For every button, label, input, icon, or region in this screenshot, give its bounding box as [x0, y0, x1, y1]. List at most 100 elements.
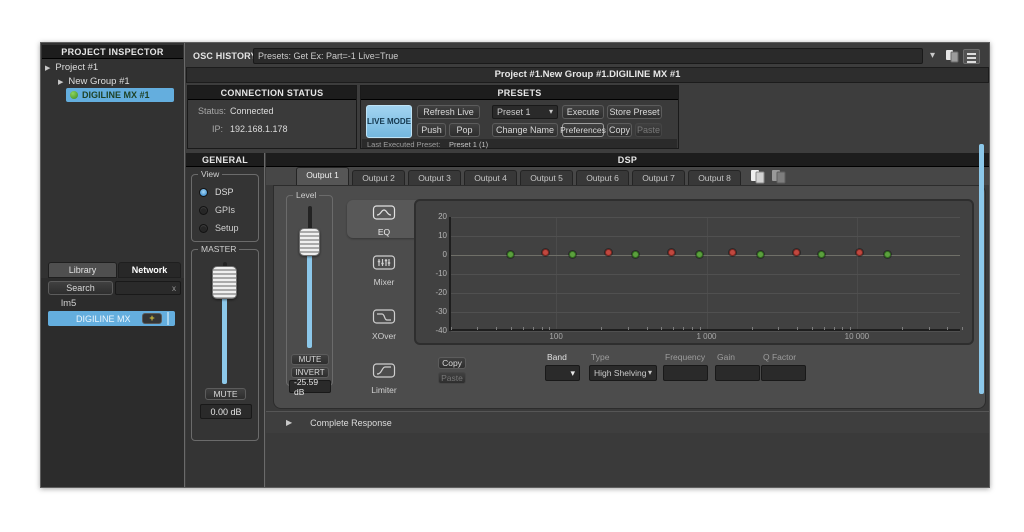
master-fader-handle[interactable]: [212, 266, 237, 299]
osc-message-text: Presets: Get Ex: Part=-1 Live=True: [258, 51, 398, 61]
module-tab-mixer[interactable]: Mixer: [354, 254, 414, 292]
tab-output-5[interactable]: Output 5: [520, 170, 573, 185]
eq-band-point-red[interactable]: [542, 249, 549, 256]
level-fader-handle[interactable]: [299, 228, 320, 256]
x-minor-tick: [962, 327, 963, 330]
module-tab-eq[interactable]: EQ: [347, 200, 421, 238]
eq-band-point-green[interactable]: [569, 251, 576, 258]
presets-panel: PRESETS LIVE MODE Refresh Live Push Pop …: [360, 85, 679, 149]
tab-output-4[interactable]: Output 4: [464, 170, 517, 185]
expander-icon[interactable]: ▶: [58, 78, 63, 86]
level-mute-button[interactable]: MUTE: [291, 354, 329, 365]
eq-band-point-green[interactable]: [818, 251, 825, 258]
type-select[interactable]: High Shelving ▾: [589, 365, 657, 381]
tab-output-2[interactable]: Output 2: [352, 170, 405, 185]
x-minor-tick: [812, 327, 813, 330]
preset-select-value: Preset 1: [497, 107, 531, 117]
store-preset-button[interactable]: Store Preset: [607, 105, 662, 119]
tab-library[interactable]: Library: [48, 262, 117, 278]
clear-search-icon[interactable]: x: [172, 284, 176, 293]
master-level-value[interactable]: 0.00 dB: [200, 404, 252, 419]
pop-button[interactable]: Pop: [449, 123, 480, 137]
x-minor-tick: [511, 327, 512, 330]
eq-band-point-red[interactable]: [729, 249, 736, 256]
tree-item-project[interactable]: ▶ Project #1: [45, 61, 98, 74]
search-input[interactable]: x: [115, 281, 181, 295]
master-fader-track-fill[interactable]: [222, 288, 227, 384]
copy-history-icon[interactable]: [945, 49, 959, 68]
menu-icon[interactable]: [963, 49, 980, 64]
expander-icon[interactable]: ▶: [286, 418, 292, 427]
tab-network[interactable]: Network: [118, 262, 181, 278]
radio-gpis-icon[interactable]: [199, 206, 208, 215]
eq-band-point-green[interactable]: [507, 251, 514, 258]
push-button[interactable]: Push: [417, 123, 446, 137]
search-button[interactable]: Search: [48, 281, 113, 295]
gain-label: Gain: [717, 352, 735, 362]
gain-input[interactable]: [715, 365, 760, 381]
tree-item-device-selected[interactable]: DIGILINE MX #1: [66, 88, 174, 102]
refresh-live-button[interactable]: Refresh Live: [417, 105, 480, 119]
tree-item-group[interactable]: ▶ New Group #1: [58, 75, 130, 88]
output-tab-strip: Output 1 Output 2 Output 3 Output 4 Outp…: [266, 167, 989, 185]
ip-value: 192.168.1.178: [230, 124, 288, 134]
vertical-scrollbar[interactable]: [979, 144, 984, 394]
tab-output-3[interactable]: Output 3: [408, 170, 461, 185]
preset-select[interactable]: Preset 1 ▾: [492, 105, 558, 119]
q-factor-input[interactable]: [761, 365, 806, 381]
complete-response-section[interactable]: ▶ Complete Response: [266, 411, 989, 433]
preferences-button[interactable]: Preferences: [562, 123, 604, 137]
network-device-row[interactable]: DIGILINE MX +: [48, 311, 175, 326]
tab-output-6[interactable]: Output 6: [576, 170, 629, 185]
expander-icon[interactable]: ▶: [45, 64, 50, 72]
eq-band-point-green[interactable]: [757, 251, 764, 258]
eq-band-point-green[interactable]: [632, 251, 639, 258]
tab-output-1[interactable]: Output 1: [296, 167, 349, 185]
type-select-value: High Shelving: [594, 368, 646, 378]
panel-divider[interactable]: [184, 43, 185, 487]
tab-output-8[interactable]: Output 8: [688, 170, 741, 185]
radio-dsp-icon[interactable]: [199, 188, 208, 197]
y-tick-label: 10: [427, 231, 447, 241]
level-value[interactable]: -25.59 dB: [289, 380, 331, 393]
limiter-icon: [354, 362, 414, 384]
eq-band-point-green[interactable]: [696, 251, 703, 258]
radio-setup[interactable]: Setup: [199, 223, 239, 233]
radio-dsp[interactable]: DSP: [199, 187, 234, 197]
module-tab-label: Limiter: [354, 385, 414, 395]
dsp-panel: DSP Output 1 Output 2 Output 3 Output 4 …: [266, 153, 989, 487]
eq-band-point-green[interactable]: [884, 251, 891, 258]
add-device-icon[interactable]: +: [142, 313, 162, 324]
osc-history-label: OSC HISTORY: [193, 51, 257, 61]
radio-setup-icon[interactable]: [199, 224, 208, 233]
device-group-label[interactable]: lm5: [61, 298, 76, 309]
master-mute-button[interactable]: MUTE: [205, 388, 246, 400]
tab-output-7[interactable]: Output 7: [632, 170, 685, 185]
y-gridline: [451, 274, 960, 275]
type-label: Type: [591, 352, 609, 362]
frequency-input[interactable]: [663, 365, 708, 381]
panel-divider[interactable]: [264, 153, 265, 487]
live-mode-button[interactable]: LIVE MODE: [366, 105, 412, 138]
paste-preset-button[interactable]: Paste: [635, 123, 662, 137]
level-fader-track-fill[interactable]: [307, 254, 312, 348]
y-tick-label: -40: [427, 326, 447, 336]
x-minor-tick: [850, 327, 851, 330]
module-tab-limiter[interactable]: Limiter: [354, 362, 414, 400]
x-minor-tick: [797, 327, 798, 330]
module-tab-label: XOver: [354, 331, 414, 341]
execute-button[interactable]: Execute: [562, 105, 604, 119]
change-name-button[interactable]: Change Name: [492, 123, 558, 137]
band-label: Band: [547, 352, 567, 362]
y-gridline: [451, 236, 960, 237]
eq-paste-button[interactable]: Paste: [438, 372, 466, 384]
radio-gpis[interactable]: GPIs: [199, 205, 235, 215]
chevron-down-icon[interactable]: ▾: [930, 50, 935, 61]
eq-copy-button[interactable]: Copy: [438, 357, 466, 369]
eq-plot-area: 20100-10-20-30-401001 00010 000: [449, 217, 960, 331]
band-select[interactable]: ▾: [545, 365, 580, 381]
radio-gpis-label: GPIs: [215, 205, 235, 215]
x-minor-tick: [533, 327, 534, 330]
module-tab-xover[interactable]: XOver: [354, 308, 414, 346]
copy-preset-button[interactable]: Copy: [607, 123, 632, 137]
